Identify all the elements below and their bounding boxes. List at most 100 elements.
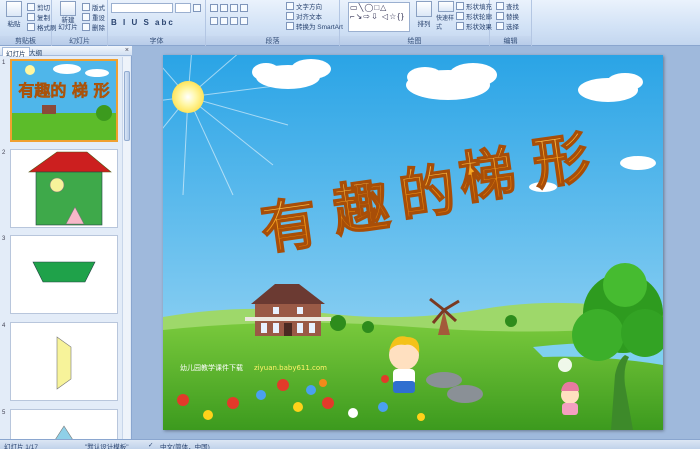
slide-number: 3 (2, 236, 6, 242)
copy-icon (27, 13, 35, 21)
thumbnail-5-image (55, 425, 73, 439)
close-icon[interactable]: × (125, 47, 129, 54)
slide-number: 4 (2, 323, 6, 329)
tab-outline[interactable]: 大纲 (26, 47, 45, 57)
title-char-5: 形 (529, 126, 594, 198)
numbering-icon (220, 4, 228, 12)
text-direction-icon (286, 2, 294, 10)
shape-outline-button[interactable]: 形状轮廓 (456, 11, 492, 21)
paste-label: 粘贴 (7, 21, 21, 28)
new-slide-label: 新建 幻灯片 (58, 17, 78, 31)
shapes-gallery[interactable]: ▭╲◯□△ ⌐↘⇨⇩ ◁☆{} (348, 2, 410, 32)
copy-button[interactable]: 复制 (27, 12, 50, 22)
smartart-icon (286, 22, 294, 30)
slide-thumbnail-4[interactable] (10, 322, 118, 401)
select-label: 选择 (506, 24, 519, 31)
slide-thumbnail-3[interactable] (10, 235, 118, 314)
editing-group: 查找 替换 选择 编辑 (490, 0, 532, 46)
smartart-button[interactable]: 转换为 SmartArt (286, 21, 343, 31)
title-char-2: 趣 (329, 173, 394, 245)
drawing-group: ▭╲◯□△ ⌐↘⇨⇩ ◁☆{} 排列 快速样式 形状填充 形状轮廓 形状效果 绘… (340, 0, 492, 46)
align-text-label: 对齐文本 (296, 14, 322, 21)
shape-fill-label: 形状填充 (466, 4, 492, 11)
cut-label: 剪切 (37, 5, 50, 12)
arrange-button[interactable]: 排列 (413, 1, 435, 31)
text-direction-button[interactable]: 文字方向 (286, 1, 322, 11)
thumbnail-4-image (56, 336, 72, 390)
paste-icon (6, 1, 22, 17)
quick-styles-icon (438, 1, 454, 12)
paste-button[interactable]: 粘贴 (3, 1, 25, 31)
slide-editing-area: 幼儿园教学课件下载 ziyuan.baby611.com 有 趣 的 梯 形 (133, 46, 700, 439)
smartart-label: 转换为 SmartArt (296, 24, 343, 31)
align-text-icon (286, 12, 294, 20)
find-label: 查找 (506, 4, 519, 11)
layout-icon (82, 3, 90, 11)
font-format-buttons[interactable]: B I U S abc (111, 17, 175, 27)
effects-icon (456, 22, 464, 30)
shape-outline-label: 形状轮廓 (466, 14, 492, 21)
slide-thumbnail-5[interactable] (10, 409, 118, 439)
shape-fill-button[interactable]: 形状填充 (456, 1, 492, 11)
layout-label: 版式 (92, 5, 105, 12)
reset-button[interactable]: 重设 (82, 12, 105, 22)
select-button[interactable]: 选择 (496, 21, 519, 31)
bullets-icon (210, 4, 218, 12)
group-label-drawing: 绘图 (340, 36, 489, 45)
replace-icon (496, 12, 504, 20)
quick-styles-button[interactable]: 快速样式 (436, 1, 456, 31)
layout-button[interactable]: 版式 (82, 2, 105, 12)
outdent-icon (240, 4, 248, 12)
align-buttons[interactable] (210, 16, 248, 26)
reset-label: 重设 (92, 15, 105, 22)
panel-scrollbar[interactable] (122, 57, 130, 439)
indent-icon (230, 4, 238, 12)
language-indicator[interactable]: 中文(简体，中国) (160, 441, 210, 449)
find-button[interactable]: 查找 (496, 1, 519, 11)
slides-group: 新建 幻灯片 版式 重设 删除 幻灯片 (52, 0, 108, 46)
thumbnail-title-text: 有趣的 梯 形 (18, 81, 109, 100)
theme-name: "默认设计模板" (85, 444, 129, 449)
group-label-paragraph: 段落 (206, 36, 339, 45)
slide-image: 幼儿园教学课件下载 ziyuan.baby611.com 有 趣 的 梯 形 (163, 55, 663, 430)
align-center-icon (220, 17, 228, 25)
shape-effects-label: 形状效果 (466, 24, 492, 31)
scrollbar-thumb[interactable] (124, 71, 130, 141)
group-label-editing: 编辑 (490, 36, 531, 45)
slide-thumbnail-panel: 幻灯片 大纲 × 1 有趣的 梯 形 2 3 4 5 (0, 46, 132, 439)
delete-slide-button[interactable]: 删除 (82, 22, 105, 32)
grow-font-button[interactable] (193, 3, 201, 13)
panel-tabs: 幻灯片 大纲 × (0, 46, 132, 58)
title-char-3: 的 (395, 158, 460, 230)
new-slide-button[interactable]: 新建 幻灯片 (56, 1, 80, 31)
binoculars-icon (496, 2, 504, 10)
cursor-icon (496, 22, 504, 30)
new-slide-icon (60, 1, 76, 16)
align-text-button[interactable]: 对齐文本 (286, 11, 322, 21)
current-slide[interactable]: 幼儿园教学课件下载 ziyuan.baby611.com 有 趣 的 梯 形 (163, 55, 663, 430)
paragraph-group: 文字方向 对齐文本 转换为 SmartArt 段落 (206, 0, 343, 46)
brush-icon (27, 23, 35, 31)
font-name-select[interactable] (111, 3, 173, 13)
font-group: B I U S abc 字体 (108, 0, 206, 46)
clipboard-group: 粘贴 剪切 复制 格式刷 剪贴板 (0, 0, 57, 46)
thumbnail-3-image (32, 261, 96, 283)
cut-button[interactable]: 剪切 (27, 2, 50, 12)
slide-thumbnail-1[interactable]: 有趣的 梯 形 (10, 59, 118, 142)
copy-label: 复制 (37, 15, 50, 22)
arrange-icon (416, 1, 432, 17)
slide-count: 幻灯片 1/17 (4, 444, 38, 449)
text-direction-label: 文字方向 (296, 4, 322, 11)
font-size-select[interactable] (175, 3, 191, 13)
align-left-icon (210, 17, 218, 25)
slide-thumbnail-2[interactable] (10, 149, 118, 228)
delete-label: 删除 (92, 25, 105, 32)
delete-icon (82, 23, 90, 31)
replace-button[interactable]: 替换 (496, 11, 519, 21)
spellcheck-icon[interactable]: ✓ (148, 441, 153, 449)
shape-effects-button[interactable]: 形状效果 (456, 21, 492, 31)
slide-number: 2 (2, 150, 6, 156)
slide-number: 5 (2, 410, 6, 416)
list-buttons[interactable] (210, 3, 248, 13)
group-label-slides: 幻灯片 (52, 36, 107, 45)
